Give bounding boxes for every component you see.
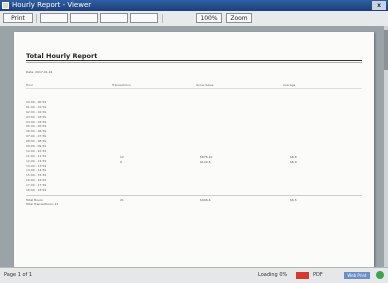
app-icon bbox=[2, 2, 9, 9]
last-page-button[interactable] bbox=[130, 13, 158, 23]
gross-sales-value: $876.10 bbox=[200, 155, 213, 159]
report-date: Date: 2017-01-01 bbox=[26, 70, 53, 74]
hour-row: 18:00 - 18:59 bbox=[26, 188, 47, 193]
toolbar: Print 100% Zoom bbox=[0, 11, 388, 27]
gross-sales-value: $120.5 bbox=[200, 160, 211, 164]
next-page-button[interactable] bbox=[100, 13, 128, 23]
title-rule bbox=[26, 60, 362, 61]
previous-page-button[interactable] bbox=[70, 13, 98, 23]
title-bar: Hourly Report - Viewer x bbox=[0, 0, 388, 11]
average-value: $6.8 bbox=[290, 155, 297, 159]
header-divider bbox=[26, 88, 362, 89]
column-header-average: Average bbox=[283, 83, 296, 87]
transactions-value: 12 bbox=[120, 155, 124, 159]
column-header-hour: Hour bbox=[26, 83, 34, 87]
toolbar-separator bbox=[162, 14, 163, 23]
title-rule-secondary bbox=[26, 62, 362, 63]
status-bar: Page 1 of 1 Loading 0% PDF Web Print bbox=[0, 267, 388, 283]
vertical-scrollbar[interactable] bbox=[384, 26, 388, 267]
transactions-value: 9 bbox=[120, 160, 122, 164]
error-indicator bbox=[296, 272, 309, 279]
hour-list: 00:00 - 00:59 01:00 - 01:59 02:00 - 02:5… bbox=[26, 100, 66, 193]
print-button[interactable]: Print bbox=[3, 13, 33, 23]
report-page: Total Hourly Report Date: 2017-01-01 Hou… bbox=[14, 32, 374, 267]
zoom-button[interactable]: Zoom bbox=[226, 13, 252, 23]
document-viewport[interactable]: Total Hourly Report Date: 2017-01-01 Hou… bbox=[0, 26, 384, 267]
total-average: $6.5 bbox=[290, 198, 297, 202]
totals-divider bbox=[26, 195, 362, 196]
average-value: $6.9 bbox=[290, 160, 297, 164]
zoom-select[interactable]: 100% bbox=[196, 13, 222, 23]
loading-status: Loading 0% bbox=[258, 272, 288, 278]
column-header-gross-sales: Gross Sales bbox=[196, 83, 214, 87]
first-page-button[interactable] bbox=[40, 13, 68, 23]
mode-label: PDF bbox=[313, 272, 323, 278]
page-indicator: Page 1 of 1 bbox=[4, 272, 33, 278]
total-transactions: 21 bbox=[120, 198, 124, 202]
total-gross-sales: $996.6 bbox=[200, 198, 211, 202]
web-print-button[interactable]: Web Print bbox=[344, 272, 370, 279]
status-ok-icon bbox=[376, 271, 384, 279]
totals-sublabel: Total Transactions: 21 bbox=[26, 202, 59, 206]
column-header-transactions: Transactions bbox=[112, 83, 131, 87]
window-title: Hourly Report - Viewer bbox=[12, 1, 92, 9]
close-button[interactable]: x bbox=[372, 1, 386, 10]
scrollbar-thumb[interactable] bbox=[384, 30, 388, 70]
report-title: Total Hourly Report bbox=[26, 52, 98, 60]
toolbar-separator bbox=[36, 14, 37, 23]
